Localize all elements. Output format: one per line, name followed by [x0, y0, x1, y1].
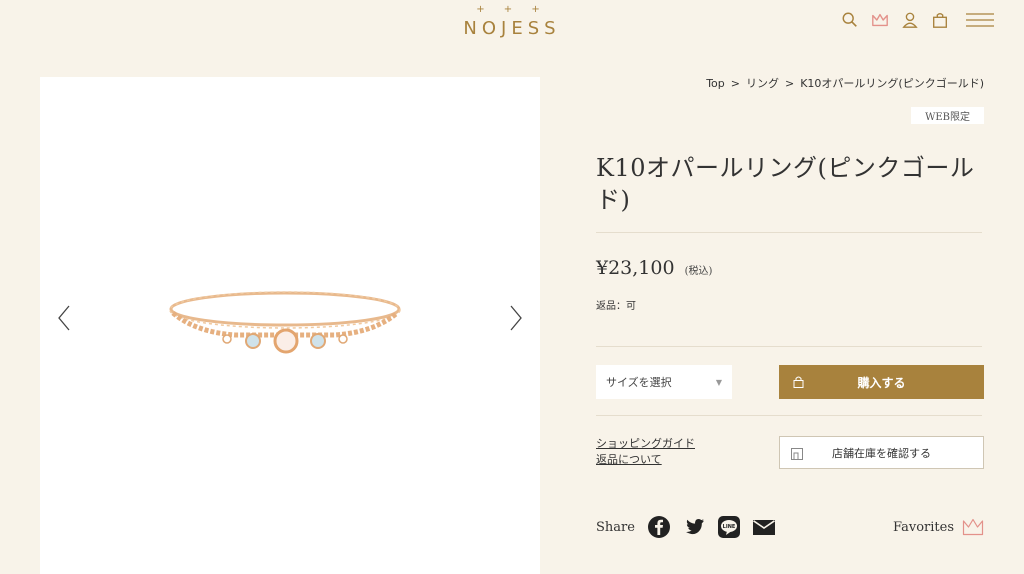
logo-text: NOJESS	[463, 18, 561, 39]
chevron-right-icon	[510, 305, 522, 331]
mail-icon[interactable]	[752, 515, 776, 539]
product-image-carousel	[40, 77, 540, 574]
line-icon[interactable]: LINE	[717, 515, 741, 539]
carousel-next-button[interactable]	[506, 303, 526, 333]
buy-button-label: 購入する	[857, 375, 906, 390]
product-title: K10オパールリング(ピンクゴールド)	[596, 154, 975, 214]
bag-icon[interactable]	[930, 10, 950, 30]
breadcrumb-ring[interactable]: リング	[746, 77, 779, 90]
tax-note: (税込)	[684, 266, 713, 277]
caret-down-icon: ▼	[715, 377, 722, 387]
store-stock-label: 店舗在庫を確認する	[832, 446, 931, 460]
product-price: ¥23,100	[596, 257, 675, 279]
favorites-label: Favorites	[892, 519, 954, 535]
store-stock-button[interactable]: 店舗在庫を確認する	[779, 436, 984, 469]
divider	[596, 232, 982, 233]
search-icon[interactable]	[840, 10, 860, 30]
buy-button[interactable]: 購入する	[779, 365, 984, 399]
divider	[596, 415, 982, 416]
header-icons	[830, 10, 994, 30]
facebook-icon[interactable]	[647, 515, 671, 539]
twitter-icon[interactable]	[682, 515, 706, 539]
crown-icon[interactable]	[870, 10, 890, 30]
menu-icon[interactable]	[966, 10, 994, 30]
logo[interactable]: + + + NOJESS	[442, 4, 582, 40]
share-label: Share	[596, 519, 635, 535]
crown-icon	[962, 518, 984, 536]
carousel-prev-button[interactable]	[54, 303, 74, 333]
logo-ornament: + + +	[476, 4, 548, 15]
favorites-button[interactable]: Favorites	[893, 518, 984, 536]
breadcrumb: Top > リング > K10オパールリング(ピンクゴールド)	[596, 75, 984, 91]
web-limited-badge: WEB限定	[911, 107, 984, 124]
line-text: LINE	[723, 524, 736, 530]
store-icon	[791, 448, 803, 460]
divider	[596, 346, 982, 347]
size-select[interactable]: サイズを選択 ▼	[596, 365, 732, 399]
size-select-label: サイズを選択	[606, 376, 672, 389]
guide-links: ショッピングガイド 返品について	[596, 436, 695, 469]
breadcrumb-separator: >	[730, 77, 740, 90]
product-details: Top > リング > K10オパールリング(ピンクゴールド) WEB限定 K10オパー…	[596, 70, 984, 539]
breadcrumb-current: K10オパールリング(ピンクゴールド)	[800, 77, 984, 90]
shopping-guide-link[interactable]: ショッピングガイド	[596, 436, 695, 452]
breadcrumb-top[interactable]: Top	[706, 77, 725, 90]
returns-policy-link[interactable]: 返品について	[596, 452, 695, 468]
returns-info: 返品：可	[596, 301, 636, 312]
breadcrumb-separator: >	[784, 77, 795, 90]
chevron-left-icon	[58, 305, 70, 331]
site-header: + + + NOJESS	[0, 0, 1024, 60]
user-icon[interactable]	[900, 10, 920, 30]
ring-image	[169, 291, 401, 354]
lock-icon	[793, 376, 804, 388]
